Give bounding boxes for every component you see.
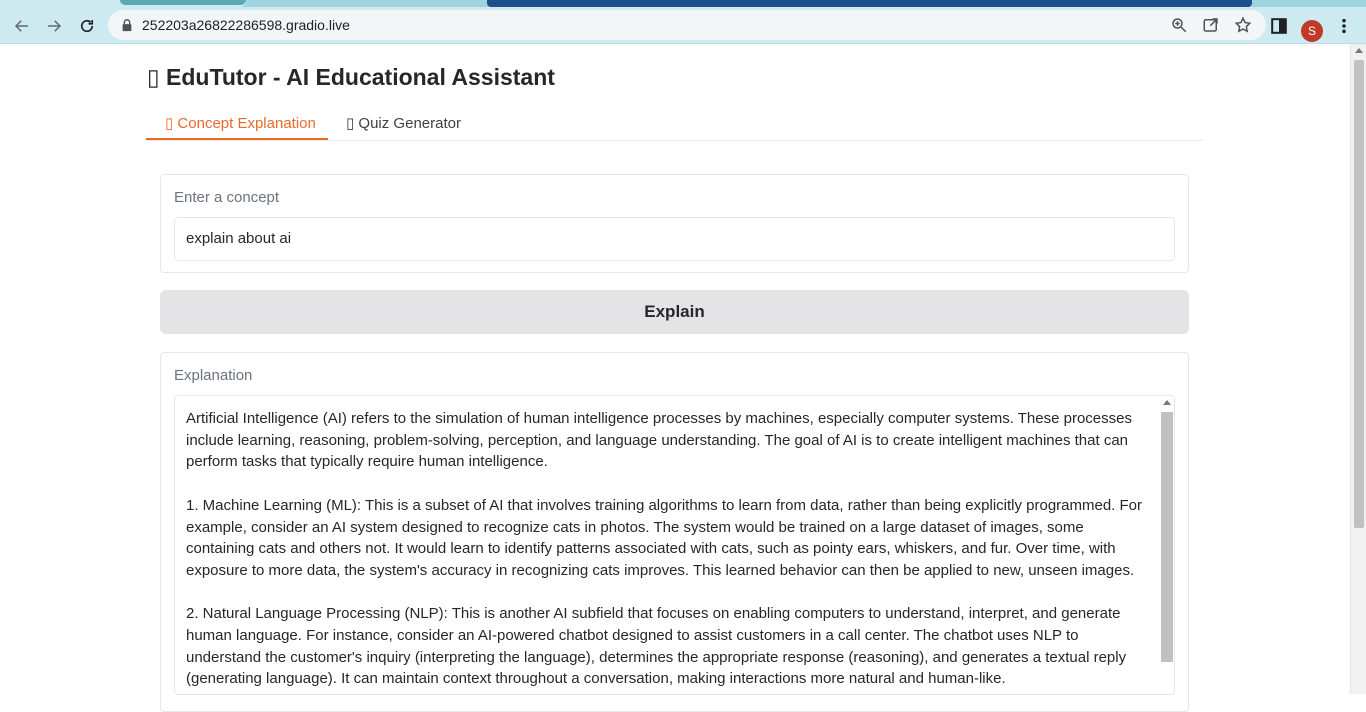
tab-quiz-generator[interactable]: ▯ Quiz Generator (346, 114, 461, 132)
page-scrollbar[interactable] (1350, 44, 1366, 694)
page-scrollbar-thumb[interactable] (1354, 60, 1364, 528)
browser-tab-strip (0, 0, 1366, 7)
tab-bar: ▯ Concept Explanation ▯ Quiz Generator (146, 102, 1203, 141)
tab-concept-explanation[interactable]: ▯ Concept Explanation (165, 114, 316, 132)
profile-avatar[interactable]: S (1301, 20, 1323, 42)
browser-toolbar: 252203a26822286598.gradio.live S (0, 7, 1366, 44)
active-tab-indicator (146, 138, 328, 140)
scrollbar-thumb[interactable] (1161, 412, 1173, 662)
scroll-up-arrow-icon[interactable] (1163, 400, 1171, 405)
menu-kebab-icon[interactable] (1341, 18, 1347, 39)
address-bar[interactable]: 252203a26822286598.gradio.live (108, 10, 1266, 40)
concept-input-block: Enter a concept explain about ai (160, 174, 1189, 273)
page-title: ▯ EduTutor - AI Educational Assistant (147, 64, 555, 90)
page-content: ▯ EduTutor - AI Educational Assistant ▯ … (0, 44, 1350, 712)
bookmark-star-icon[interactable] (1234, 16, 1252, 34)
url-text[interactable]: 252203a26822286598.gradio.live (142, 17, 350, 33)
concept-input[interactable]: explain about ai (174, 217, 1175, 261)
scroll-up-arrow-icon[interactable] (1355, 48, 1363, 53)
side-panel-icon[interactable] (1271, 18, 1287, 39)
explanation-label: Explanation (174, 367, 253, 384)
share-icon[interactable] (1202, 16, 1220, 34)
lock-icon (120, 18, 134, 32)
explanation-paragraph: 1. Machine Learning (ML): This is a subs… (186, 496, 1143, 579)
reload-icon[interactable] (75, 14, 99, 38)
explanation-block: Explanation Artificial Intelligence (AI)… (160, 352, 1189, 712)
forward-icon[interactable] (42, 14, 66, 38)
browser-tab[interactable] (487, 0, 1252, 7)
back-icon[interactable] (10, 14, 34, 38)
explain-button[interactable]: Explain (160, 290, 1189, 334)
concept-input-label: Enter a concept (174, 189, 280, 206)
explanation-paragraph: Artificial Intelligence (AI) refers to t… (186, 410, 1132, 471)
explanation-output[interactable]: Artificial Intelligence (AI) refers to t… (174, 395, 1175, 695)
explanation-paragraph: 2. Natural Language Processing (NLP): Th… (186, 605, 1127, 688)
explanation-scrollbar[interactable] (1158, 396, 1174, 694)
browser-tab[interactable] (0, 0, 246, 7)
zoom-icon[interactable] (1170, 16, 1188, 34)
